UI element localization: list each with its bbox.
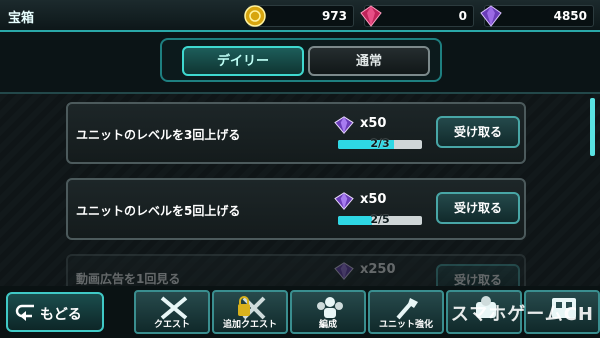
scrollbar[interactable] xyxy=(590,98,595,156)
claim-button[interactable]: 受け取る xyxy=(436,192,520,224)
purple-gem-icon xyxy=(334,116,354,134)
reward-amount: x250 xyxy=(360,262,396,277)
mission-text: 動画広告を1回見る xyxy=(76,272,181,286)
purple-gem-currency: 4850 xyxy=(480,5,594,27)
nav-label: クエスト xyxy=(153,320,190,330)
mission-text: ユニットのレベルを3回上げる xyxy=(76,128,241,142)
purple-gem-icon xyxy=(334,262,354,280)
mission-item: ユニットのレベルを3回上げる x50 2/3 受け取る xyxy=(66,102,526,164)
tab-daily[interactable]: デイリー xyxy=(182,46,304,76)
nav-label: 追加クエスト xyxy=(222,320,277,330)
return-arrow-icon xyxy=(15,304,34,321)
nav-extra-quest[interactable]: 追加クエスト xyxy=(212,290,288,334)
back-button[interactable]: もどる xyxy=(6,292,104,332)
red-gem-icon xyxy=(360,5,382,27)
nav-formation[interactable]: 編成 xyxy=(290,290,366,334)
nav-label: 編成 xyxy=(318,320,337,330)
purple-gem-value: 4850 xyxy=(553,9,587,23)
reward-amount: x50 xyxy=(360,116,387,131)
progress-text: 2/3 xyxy=(370,137,390,150)
gold-currency: 973 xyxy=(244,5,354,27)
tab-normal[interactable]: 通常 xyxy=(308,46,430,76)
red-gem-value: 0 xyxy=(458,9,467,23)
back-label: もどる xyxy=(40,307,82,323)
nav-quest[interactable]: クエスト xyxy=(134,290,210,334)
mission-item: ユニットのレベルを5回上げる x50 2/5 受け取る xyxy=(66,178,526,240)
top-bar: 宝箱 973 0 4850 xyxy=(0,0,600,32)
page-title: 宝箱 xyxy=(8,11,35,26)
progress-text: 2/5 xyxy=(370,213,390,226)
nav-label: ユニット強化 xyxy=(378,320,433,330)
red-gem-currency: 0 xyxy=(360,5,474,27)
claim-button[interactable]: 受け取る xyxy=(436,116,520,148)
reward-amount: x50 xyxy=(360,192,387,207)
purple-gem-icon xyxy=(334,192,354,210)
tab-bar: デイリー 通常 xyxy=(160,38,442,82)
watermark: スマホゲームCH xyxy=(450,304,594,325)
gold-value: 973 xyxy=(321,9,347,23)
nav-unit-upgrade[interactable]: ユニット強化 xyxy=(368,290,444,334)
gold-coin-icon xyxy=(244,5,266,27)
mission-text: ユニットのレベルを5回上げる xyxy=(76,204,241,218)
purple-gem-icon xyxy=(480,5,502,27)
